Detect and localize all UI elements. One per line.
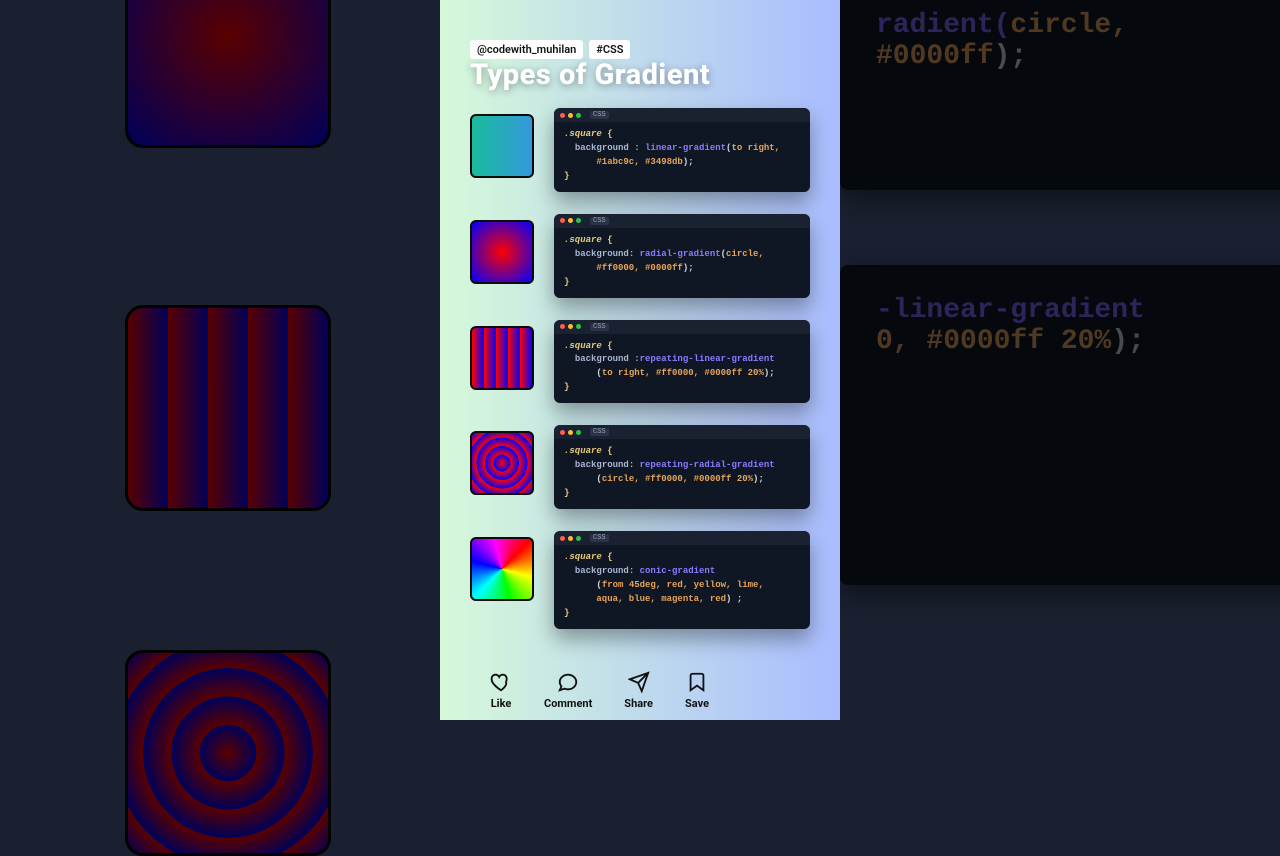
bg-code-radial: radient(circle, #0000ff); <box>840 0 1280 190</box>
code-language-label: CSS <box>590 111 609 119</box>
gradient-swatch <box>470 431 534 495</box>
code-block: CSS .square { background :repeating-linea… <box>554 320 810 404</box>
code-block: CSS .square { background: conic-gradient … <box>554 531 810 629</box>
bg-swatch-repeating-radial <box>125 650 331 856</box>
share-icon <box>628 671 650 693</box>
minimize-icon <box>568 218 573 223</box>
comment-button[interactable]: Comment <box>544 671 592 710</box>
minimize-icon <box>568 324 573 329</box>
code-body: .square { background : linear-gradient(t… <box>554 122 810 192</box>
gradient-swatch <box>470 537 534 601</box>
code-language-label: CSS <box>590 428 609 436</box>
code-titlebar: CSS <box>554 425 810 439</box>
background-right: radient(circle, #0000ff); -linear-gradie… <box>840 0 1280 720</box>
minimize-icon <box>568 536 573 541</box>
content-card: @codewith_muhilan #CSS Types of Gradient… <box>440 0 840 720</box>
like-button[interactable]: Like <box>490 671 512 710</box>
gradient-row: CSS .square { background: radial-gradient… <box>470 214 810 298</box>
code-titlebar: CSS <box>554 320 810 334</box>
author-tag[interactable]: @codewith_muhilan <box>470 40 583 59</box>
code-body: .square { background :repeating-linear-g… <box>554 334 810 404</box>
code-titlebar: CSS <box>554 108 810 122</box>
code-block: CSS .square { background: repeating-radia… <box>554 425 810 509</box>
code-titlebar: CSS <box>554 214 810 228</box>
code-block: CSS .square { background: radial-gradient… <box>554 214 810 298</box>
code-language-label: CSS <box>590 534 609 542</box>
gradient-row: CSS .square { background : linear-gradien… <box>470 108 810 192</box>
gradient-swatch <box>470 220 534 284</box>
code-body: .square { background: radial-gradient(ci… <box>554 228 810 298</box>
bg-code-repeating-linear: -linear-gradient 0, #0000ff 20%); <box>840 265 1280 585</box>
gradient-row: CSS .square { background: conic-gradient … <box>470 531 810 629</box>
maximize-icon <box>576 113 581 118</box>
code-body: .square { background: conic-gradient (fr… <box>554 545 810 629</box>
gradient-examples: CSS .square { background : linear-gradien… <box>470 108 810 651</box>
minimize-icon <box>568 113 573 118</box>
bookmark-icon <box>686 671 708 693</box>
heart-icon <box>490 671 512 693</box>
code-body: .square { background: repeating-radial-g… <box>554 439 810 509</box>
maximize-icon <box>576 218 581 223</box>
code-language-label: CSS <box>590 217 609 225</box>
minimize-icon <box>568 430 573 435</box>
bg-swatch-repeating-linear <box>125 305 331 511</box>
close-icon <box>560 536 565 541</box>
tag-row: @codewith_muhilan #CSS <box>470 40 630 59</box>
code-block: CSS .square { background : linear-gradien… <box>554 108 810 192</box>
code-language-label: CSS <box>590 323 609 331</box>
code-titlebar: CSS <box>554 531 810 545</box>
bg-swatch-radial <box>125 0 331 148</box>
share-label: Share <box>624 697 653 710</box>
close-icon <box>560 324 565 329</box>
action-bar: Like Comment Share Save <box>490 671 709 710</box>
maximize-icon <box>576 536 581 541</box>
gradient-row: CSS .square { background: repeating-radia… <box>470 425 810 509</box>
background-left <box>0 0 440 720</box>
save-label: Save <box>685 697 709 710</box>
close-icon <box>560 113 565 118</box>
maximize-icon <box>576 324 581 329</box>
close-icon <box>560 430 565 435</box>
gradient-row: CSS .square { background :repeating-linea… <box>470 320 810 404</box>
gradient-swatch <box>470 326 534 390</box>
share-button[interactable]: Share <box>624 671 653 710</box>
close-icon <box>560 218 565 223</box>
comment-label: Comment <box>544 697 592 710</box>
page-title: Types of Gradient <box>470 58 710 92</box>
comment-icon <box>557 671 579 693</box>
like-label: Like <box>491 697 512 710</box>
hashtag-tag[interactable]: #CSS <box>589 40 630 59</box>
save-button[interactable]: Save <box>685 671 709 710</box>
maximize-icon <box>576 430 581 435</box>
gradient-swatch <box>470 114 534 178</box>
